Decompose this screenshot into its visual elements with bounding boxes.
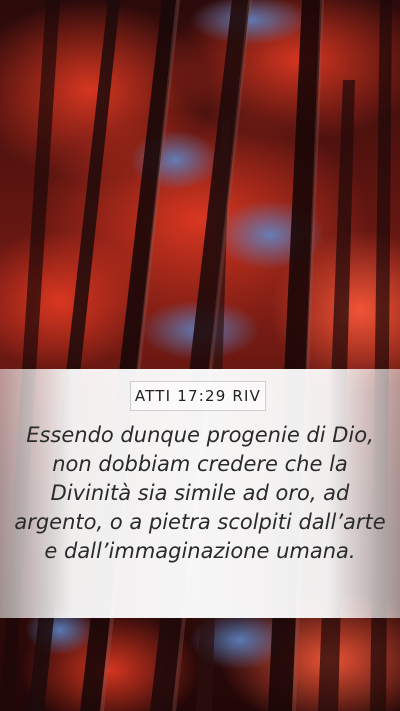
verse-text: Essendo dunque progenie di Dio, non dobb… [14, 423, 386, 563]
verse-reference-label: ATTI 17:29 RIV [130, 381, 266, 411]
